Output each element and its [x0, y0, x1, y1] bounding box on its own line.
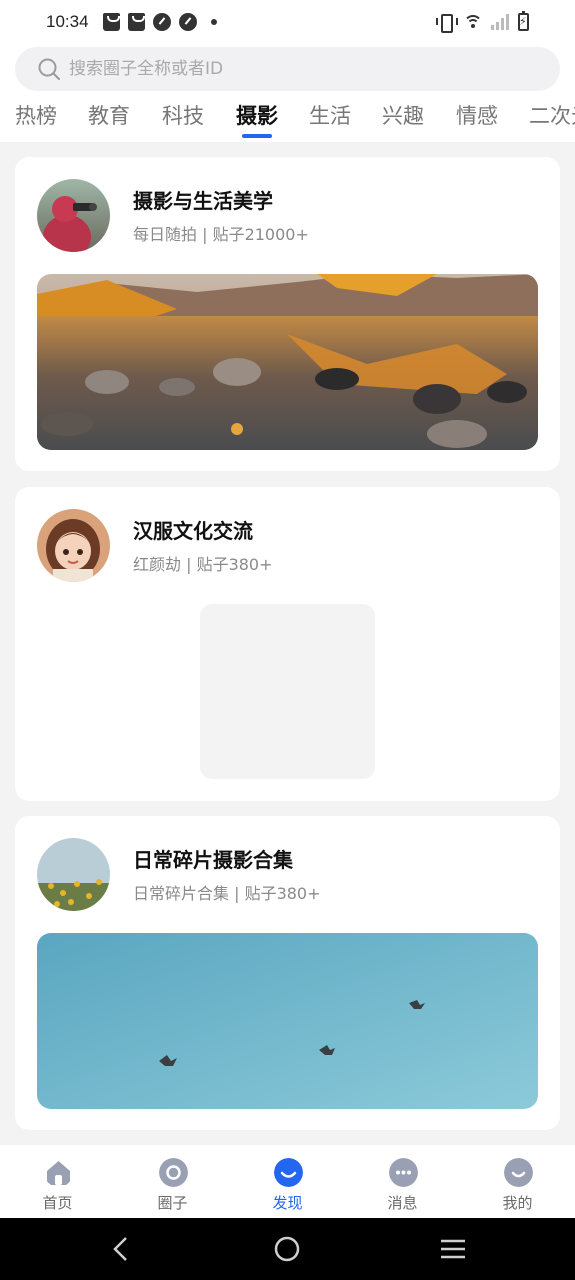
active-tab-indicator [242, 134, 272, 138]
system-nav-bar [0, 1218, 575, 1280]
nav-messages[interactable]: 消息 [345, 1145, 460, 1218]
tab-photography[interactable]: 摄影 [236, 100, 278, 130]
tab-technology[interactable]: 科技 [162, 100, 204, 130]
shopping-bag-icon [128, 13, 145, 31]
search-bar[interactable] [15, 47, 560, 91]
nav-label: 发现 [272, 1194, 303, 1212]
status-bar: 10:34 [0, 0, 575, 46]
nav-profile[interactable]: 我的 [460, 1145, 575, 1218]
nav-label: 我的 [502, 1194, 533, 1212]
circle-card[interactable]: 日常碎片摄影合集 日常碎片合集 | 贴子380+ [15, 816, 560, 1130]
circle-card[interactable]: 汉服文化交流 红颜劫 | 贴子380+ [15, 487, 560, 801]
signal-icon [491, 14, 509, 30]
tab-education[interactable]: 教育 [88, 100, 130, 130]
discover-icon [274, 1158, 303, 1187]
circle-avatar [37, 838, 110, 911]
vibrate-icon [436, 14, 458, 33]
circle-subtitle: 日常碎片合集 | 贴子380+ [133, 884, 321, 903]
nav-label: 圈子 [157, 1194, 188, 1212]
circle-subtitle: 红颜劫 | 贴子380+ [133, 555, 273, 574]
notification-icons [103, 13, 217, 31]
circle-title: 日常碎片摄影合集 [133, 848, 293, 872]
nav-circles[interactable]: 圈子 [115, 1145, 230, 1218]
tab-life[interactable]: 生活 [309, 100, 351, 130]
tab-interest[interactable]: 兴趣 [382, 100, 424, 130]
battery-charging-icon [518, 11, 529, 31]
nav-label: 消息 [387, 1194, 418, 1212]
tab-anime[interactable]: 二次元 [529, 100, 575, 130]
gauge-icon [153, 13, 171, 31]
circle-avatar [37, 509, 110, 582]
circle-cover-image [37, 933, 538, 1109]
image-placeholder [200, 604, 375, 779]
menu-icon[interactable] [438, 1234, 468, 1264]
system-status-icons [436, 11, 529, 33]
tab-emotion[interactable]: 情感 [456, 100, 498, 130]
home-button-icon[interactable] [272, 1234, 302, 1264]
circle-cover-image [37, 274, 538, 450]
circle-card[interactable]: 摄影与生活美学 每日随拍 | 贴子21000+ [15, 157, 560, 471]
circle-title: 摄影与生活美学 [133, 189, 273, 213]
nav-label: 首页 [42, 1194, 73, 1212]
message-icon [389, 1158, 418, 1187]
wifi-icon [463, 14, 482, 30]
home-icon [47, 1161, 70, 1185]
shopping-bag-icon [103, 13, 120, 31]
more-notifications-icon [211, 19, 217, 25]
gauge-icon [179, 13, 197, 31]
circle-icon [159, 1158, 188, 1187]
search-icon [38, 58, 60, 80]
circle-title: 汉服文化交流 [133, 519, 253, 543]
nav-discover[interactable]: 发现 [230, 1145, 345, 1218]
back-icon[interactable] [106, 1234, 136, 1264]
profile-icon [504, 1158, 533, 1187]
search-input[interactable] [69, 47, 539, 91]
circle-subtitle: 每日随拍 | 贴子21000+ [133, 225, 309, 244]
circle-avatar [37, 179, 110, 252]
category-tabs: 热榜 教育 科技 摄影 生活 兴趣 情感 二次元 [15, 98, 575, 142]
status-time: 10:34 [46, 12, 89, 31]
bottom-nav: 首页 圈子 发现 消息 我的 [0, 1145, 575, 1218]
tab-hot[interactable]: 热榜 [15, 100, 57, 130]
nav-home[interactable]: 首页 [0, 1145, 115, 1218]
